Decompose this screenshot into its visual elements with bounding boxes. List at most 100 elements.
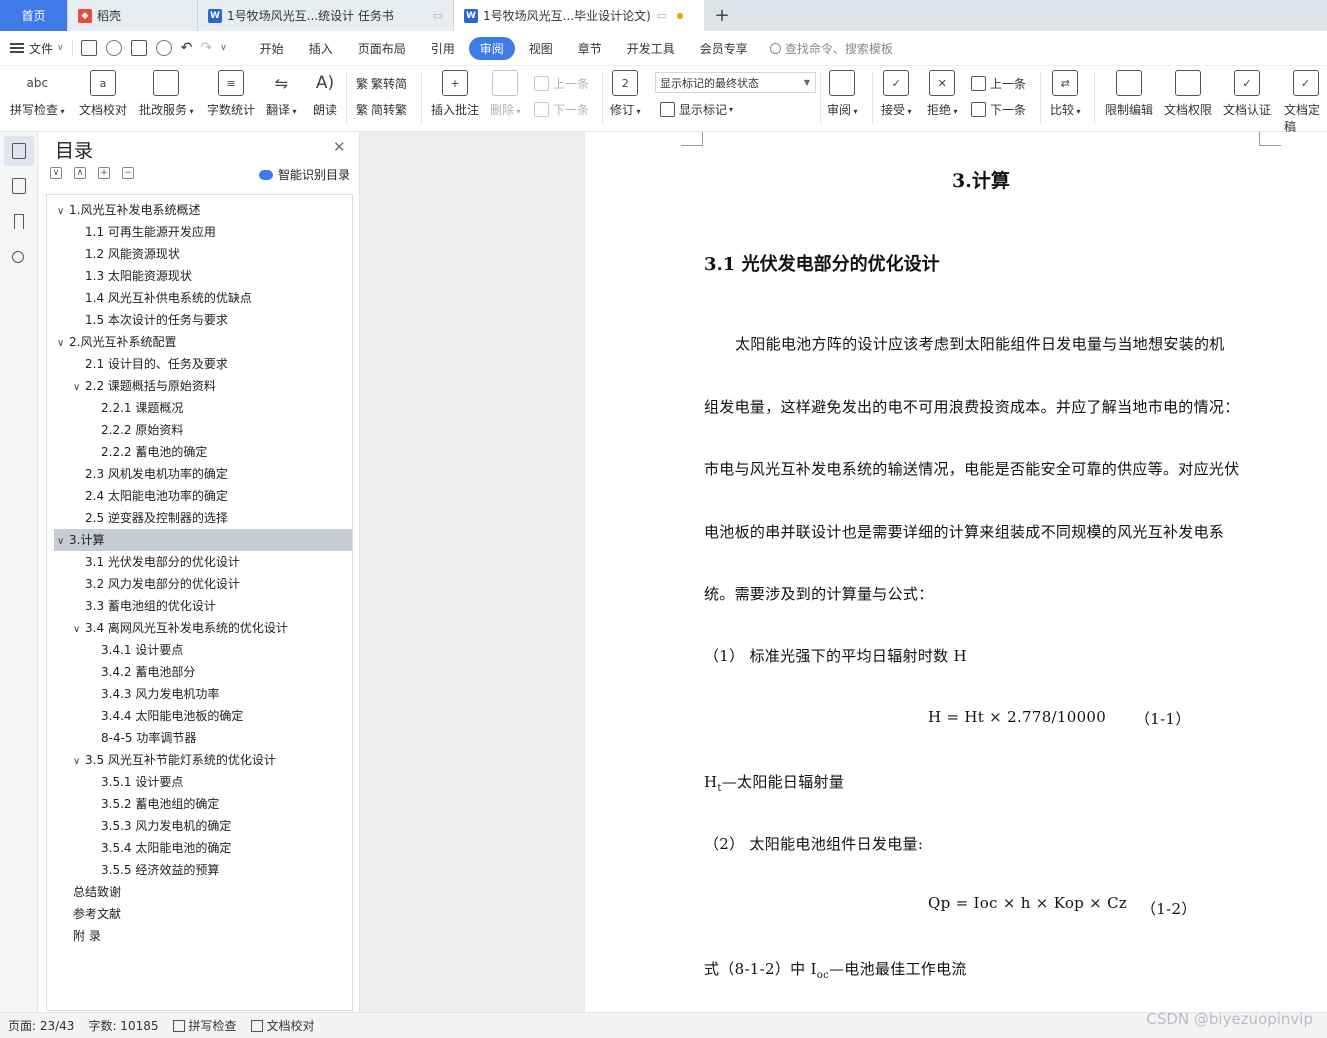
toc-item[interactable]: 3.5.3 风力发电机的确定 xyxy=(47,815,231,837)
tab-start[interactable]: 开始 xyxy=(249,37,295,60)
show-marks-button[interactable]: 显示标记 ▾ xyxy=(660,101,733,118)
tab-member[interactable]: 会员专享 xyxy=(689,37,759,60)
tab-references[interactable]: 引用 xyxy=(420,37,466,60)
toc-item[interactable]: 1.3 太阳能资源现状 xyxy=(47,265,192,287)
doc-certify-button[interactable]: ✓ 文档认证 xyxy=(1223,70,1271,118)
toc-item[interactable]: ∨ 1.风光互补发电系统概述 xyxy=(47,199,200,221)
chevron-down-icon[interactable]: ∨ xyxy=(73,619,85,641)
print-icon[interactable] xyxy=(130,40,147,56)
toc-item[interactable]: 3.5.2 蓄电池组的确定 xyxy=(47,793,219,815)
chevron-down-icon[interactable]: ∨ xyxy=(57,201,69,223)
toc-item[interactable]: 3.2 风力发电部分的优化设计 xyxy=(47,573,240,595)
tab-page-layout[interactable]: 页面布局 xyxy=(347,37,417,60)
next-comment-button[interactable]: 下一条 xyxy=(534,101,589,118)
toc-item[interactable]: ∨ 3.计算 xyxy=(54,529,352,551)
delete-comment-button[interactable]: 删除 ▾ xyxy=(490,70,521,118)
toc-item[interactable]: 3.4.2 蓄电池部分 xyxy=(47,661,195,683)
collapse-all-icon[interactable]: ∨ xyxy=(50,167,62,179)
new-tab-button[interactable]: + xyxy=(704,0,740,31)
toc-item[interactable]: 2.2.1 课题概况 xyxy=(47,397,183,419)
save-icon[interactable] xyxy=(80,40,97,56)
toc-item[interactable]: 参考文献 xyxy=(47,903,121,925)
chevron-down-icon[interactable]: ∨ xyxy=(57,333,69,355)
toc-item[interactable]: 3.3 蓄电池组的优化设计 xyxy=(47,595,216,617)
prev-comment-button[interactable]: 上一条 xyxy=(534,75,589,92)
doc-permission-button[interactable]: 文档权限 xyxy=(1164,70,1212,118)
doc-proof-button[interactable]: a 文档校对 xyxy=(79,70,127,118)
page-indicator[interactable]: 页面: 23/43 xyxy=(8,1017,74,1034)
doc-final-button[interactable]: ✓ 文档定稿 xyxy=(1284,70,1327,135)
next-change-button[interactable]: 下一条 xyxy=(971,101,1026,118)
trad-to-simp-button[interactable]: 繁繁转简 xyxy=(356,75,407,92)
find-nav-button[interactable] xyxy=(9,248,29,268)
close-icon[interactable]: ✕ xyxy=(333,138,346,156)
quick-access-more-icon[interactable]: ∨ xyxy=(220,43,227,53)
toc-item[interactable]: 2.1 设计目的、任务及要求 xyxy=(47,353,228,375)
toc-item[interactable]: 2.3 风机发电机功率的确定 xyxy=(47,463,228,485)
toc-item[interactable]: 2.4 太阳能电池功率的确定 xyxy=(47,485,228,507)
toc-item[interactable]: 2.5 逆变器及控制器的选择 xyxy=(47,507,228,529)
toc-item[interactable]: ∨ 3.5 风光互补节能灯系统的优化设计 xyxy=(47,749,276,771)
chevron-down-icon[interactable]: ∨ xyxy=(73,751,85,773)
tab-daoke[interactable]: ◆ 稻壳 xyxy=(68,0,198,31)
toc-item[interactable]: 1.1 可再生能源开发应用 xyxy=(47,221,216,243)
toc-item[interactable]: 3.5.5 经济效益的预算 xyxy=(47,859,219,881)
file-menu[interactable]: 文件 ∨ xyxy=(10,40,64,57)
toc-item[interactable]: 1.4 风光互补供电系统的优缺点 xyxy=(47,287,252,309)
document-page[interactable]: 3.计算 3.1 光伏发电部分的优化设计 太阳能电池方阵的设计应该考虑到太阳能组… xyxy=(585,132,1327,1012)
toc-item[interactable]: 3.4.4 太阳能电池板的确定 xyxy=(47,705,243,727)
toc-item[interactable]: 3.4.3 风力发电机功率 xyxy=(47,683,219,705)
command-search[interactable]: 查找命令、搜索模板 xyxy=(769,40,893,57)
tab-review[interactable]: 审阅 xyxy=(468,36,515,60)
markup-state-select[interactable]: 显示标记的最终状态 ▼ xyxy=(655,72,816,93)
bookmark-nav-button[interactable] xyxy=(9,212,29,232)
toc-item[interactable]: 3.4.1 设计要点 xyxy=(47,639,183,661)
tab-task-doc[interactable]: W 1号牧场风光互...统设计 任务书 ▭ xyxy=(198,0,454,31)
tab-home[interactable]: 首页 xyxy=(0,0,68,31)
tab-view[interactable]: 视图 xyxy=(518,37,564,60)
tab-chapter[interactable]: 章节 xyxy=(567,37,613,60)
doc-proof-toggle[interactable]: 文档校对 xyxy=(250,1017,315,1034)
undo-icon[interactable]: ↶ xyxy=(181,40,193,56)
toc-item[interactable]: 2.2.2 蓄电池的确定 xyxy=(47,441,207,463)
spell-check-button[interactable]: abc 拼写检查 ▾ xyxy=(10,70,65,118)
review-service-button[interactable]: 批改服务 ▾ xyxy=(139,70,194,118)
compare-button[interactable]: ⇄ 比较 ▾ xyxy=(1050,70,1081,118)
translate-button[interactable]: ⇋ 翻译 ▾ xyxy=(266,70,297,118)
toc-item[interactable]: 2.2.2 原始资料 xyxy=(47,419,183,441)
toc-item[interactable]: 附 录 xyxy=(47,925,101,947)
insert-comment-button[interactable]: + 插入批注 xyxy=(431,70,479,118)
toc-item[interactable]: 8-4-5 功率调节器 xyxy=(47,727,196,749)
add-heading-icon[interactable]: + xyxy=(98,167,110,179)
word-count-indicator[interactable]: 字数: 10185 xyxy=(88,1017,158,1034)
toc-item[interactable]: 3.5.1 设计要点 xyxy=(47,771,183,793)
toc-item[interactable]: ∨ 2.2 课题概括与原始资料 xyxy=(47,375,216,397)
smart-toc-button[interactable]: 智能识别目录 xyxy=(259,166,350,183)
toc-item[interactable]: 3.1 光伏发电部分的优化设计 xyxy=(47,551,240,573)
revise-button[interactable]: 2 修订 ▾ xyxy=(610,70,641,118)
toc-item[interactable]: 1.2 风能资源现状 xyxy=(47,243,180,265)
toc-item[interactable]: 总结致谢 xyxy=(47,881,121,903)
tab-dev-tools[interactable]: 开发工具 xyxy=(616,37,686,60)
prev-change-button[interactable]: 上一条 xyxy=(971,75,1026,92)
expand-up-icon[interactable]: ∧ xyxy=(74,167,86,179)
spell-check-toggle[interactable]: 拼写检查 xyxy=(172,1017,237,1034)
read-aloud-button[interactable]: A) 朗读 xyxy=(312,70,338,118)
tab-thesis-doc[interactable]: W 1号牧场风光互...毕业设计论文) ▭ xyxy=(454,0,704,31)
chevron-down-icon[interactable]: ∨ xyxy=(73,377,85,399)
review-pane-button[interactable]: 审阅 ▾ xyxy=(827,70,858,118)
export-pdf-icon[interactable] xyxy=(105,40,122,56)
toc-item[interactable]: 3.5.4 太阳能电池的确定 xyxy=(47,837,231,859)
remove-heading-icon[interactable]: − xyxy=(122,167,134,179)
toc-item[interactable]: 1.5 本次设计的任务与要求 xyxy=(47,309,228,331)
word-count-button[interactable]: ≡ 字数统计 xyxy=(207,70,255,118)
toc-item[interactable]: ∨ 2.风光互补系统配置 xyxy=(47,331,176,353)
restrict-edit-button[interactable]: 限制编辑 xyxy=(1105,70,1153,118)
accept-button[interactable]: ✓ 接受 ▾ xyxy=(881,70,912,118)
tab-insert[interactable]: 插入 xyxy=(298,37,344,60)
simp-to-trad-button[interactable]: 繁简转繁 xyxy=(356,101,407,118)
reject-button[interactable]: ✕ 拒绝 ▾ xyxy=(927,70,958,118)
print-preview-icon[interactable] xyxy=(155,40,172,56)
redo-icon[interactable]: ↷ xyxy=(200,40,212,56)
toc-item[interactable]: ∨ 3.4 离网风光互补发电系统的优化设计 xyxy=(47,617,288,639)
